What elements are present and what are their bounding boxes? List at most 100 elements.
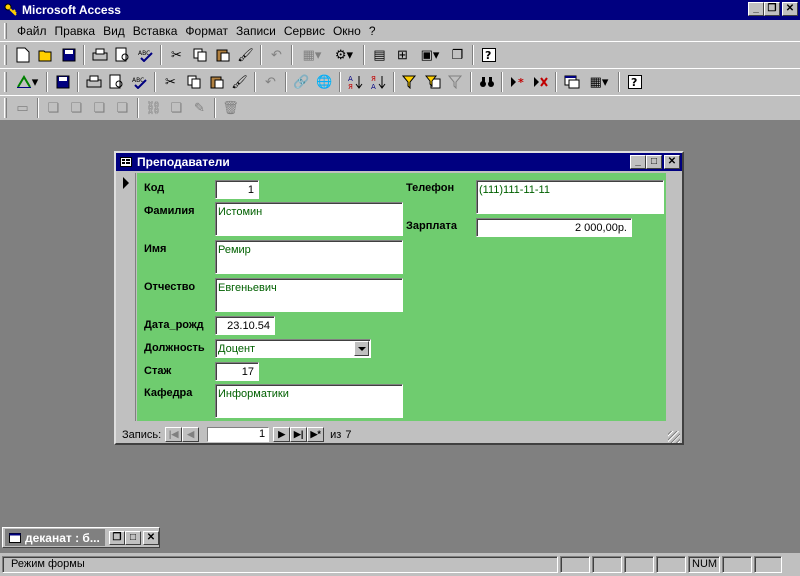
spelling-icon[interactable]: ABC xyxy=(128,71,151,93)
toolbar-separator xyxy=(501,72,503,92)
copy-document-icon[interactable]: ❏ xyxy=(65,97,88,119)
link-icon[interactable]: ⛓ xyxy=(142,97,165,119)
database-window-icon[interactable]: ❐ xyxy=(446,44,469,66)
filter-by-selection-icon[interactable] xyxy=(398,71,421,93)
copy-document-icon[interactable]: ❏ xyxy=(88,97,111,119)
spelling-icon[interactable]: ABC xyxy=(134,44,157,66)
toolbar-grip[interactable] xyxy=(4,98,7,118)
copy-document-icon[interactable]: ❏ xyxy=(165,97,188,119)
properties-icon[interactable] xyxy=(560,71,583,93)
save-icon[interactable] xyxy=(57,44,80,66)
field-kafedra[interactable]: Информатики xyxy=(215,384,403,418)
cut-icon[interactable]: ✂ xyxy=(165,44,188,66)
field-telefon[interactable]: (111)111-11-11 xyxy=(476,180,664,214)
app-close-button[interactable]: ✕ xyxy=(782,2,798,16)
copy-icon[interactable] xyxy=(182,71,205,93)
undo-icon[interactable]: ↶ xyxy=(259,71,282,93)
dolzhnost-dropdown-button[interactable] xyxy=(354,341,369,356)
field-imya[interactable]: Ремир xyxy=(215,240,403,274)
minimized-close-button[interactable]: ✕ xyxy=(143,530,159,545)
current-record-input[interactable]: 1 xyxy=(207,427,270,442)
help-icon[interactable]: ? xyxy=(623,71,646,93)
menu-grip[interactable] xyxy=(4,22,7,39)
chevron-down-icon xyxy=(357,346,366,351)
field-zarplata[interactable]: 2 000,00р. xyxy=(476,218,632,237)
paste-icon[interactable] xyxy=(211,44,234,66)
field-kod[interactable]: 1 xyxy=(215,180,259,199)
web-toolbar-icon[interactable]: 🌐 xyxy=(313,71,336,93)
menu-tools[interactable]: Сервис xyxy=(280,24,329,38)
field-dolzhnost-combo[interactable]: Доцент xyxy=(215,339,371,358)
menu-help[interactable]: ? xyxy=(365,24,380,38)
previous-record-button[interactable]: ◀ xyxy=(182,427,200,442)
last-record-button[interactable]: ▶| xyxy=(290,427,308,442)
menu-insert[interactable]: Вставка xyxy=(129,24,182,38)
field-data-rozhd[interactable]: 23.10.54 xyxy=(215,316,275,335)
field-stazh[interactable]: 17 xyxy=(215,362,259,381)
view-icon[interactable]: ▾ xyxy=(11,71,43,93)
delete-record-icon[interactable] xyxy=(529,71,552,93)
field-otchestvo[interactable]: Евгеньевич xyxy=(215,278,403,312)
print-preview-icon[interactable] xyxy=(111,44,134,66)
app-restore-button[interactable]: ❐ xyxy=(764,2,780,16)
office-links-icon[interactable]: ▦▾ xyxy=(296,44,328,66)
status-cell-3 xyxy=(624,556,654,573)
toolbar-grip[interactable] xyxy=(4,72,7,92)
code-icon[interactable]: ▤ xyxy=(368,44,391,66)
menu-records[interactable]: Записи xyxy=(232,24,280,38)
next-record-button[interactable]: ▶ xyxy=(273,427,291,442)
new-document-icon[interactable]: ▭ xyxy=(11,97,34,119)
new-record-nav-button[interactable]: ▶* xyxy=(307,427,325,442)
first-record-button[interactable]: |◀ xyxy=(165,427,183,442)
form-title-bar[interactable]: Преподаватели _ □ ✕ xyxy=(116,153,682,171)
cut-icon[interactable]: ✂ xyxy=(159,71,182,93)
insert-hyperlink-icon[interactable]: 🔗 xyxy=(290,71,313,93)
menu-edit[interactable]: Правка xyxy=(51,24,100,38)
form-maximize-button[interactable]: □ xyxy=(646,155,662,169)
menu-file[interactable]: Файл xyxy=(13,24,51,38)
menu-format[interactable]: Формат xyxy=(181,24,232,38)
help-icon[interactable]: ? xyxy=(477,44,500,66)
sort-descending-icon[interactable]: ЯA xyxy=(367,71,390,93)
menu-view[interactable]: Вид xyxy=(99,24,129,38)
open-folder-icon[interactable] xyxy=(34,44,57,66)
analyze-icon[interactable]: ⚙▾ xyxy=(328,44,360,66)
copy-icon[interactable] xyxy=(188,44,211,66)
apply-filter-icon[interactable] xyxy=(444,71,467,93)
format-painter-icon[interactable]: 🖌 xyxy=(228,71,251,93)
paste-icon[interactable] xyxy=(205,71,228,93)
format-painter-icon[interactable]: 🖌 xyxy=(234,44,257,66)
filter-by-form-icon[interactable] xyxy=(421,71,444,93)
find-binoculars-icon[interactable] xyxy=(475,71,498,93)
copy-document-icon[interactable]: ❏ xyxy=(111,97,134,119)
new-record-icon[interactable]: * xyxy=(506,71,529,93)
minimized-restore-button[interactable]: ❐ xyxy=(109,530,125,545)
form-close-button[interactable]: ✕ xyxy=(664,155,680,169)
field-familiya[interactable]: Истомин xyxy=(215,202,403,236)
print-preview-icon[interactable] xyxy=(105,71,128,93)
record-selector[interactable] xyxy=(118,173,136,421)
new-icon[interactable] xyxy=(11,44,34,66)
copy-document-icon[interactable]: ❏ xyxy=(42,97,65,119)
new-object-icon[interactable]: ▦▾ xyxy=(583,71,615,93)
minimized-database-window[interactable]: деканат : б... ❐ □ ✕ xyxy=(2,527,160,548)
app-minimize-button[interactable]: _ xyxy=(748,2,764,16)
edit-document-icon[interactable]: ✎ xyxy=(188,97,211,119)
relationships-icon[interactable]: ⊞ xyxy=(391,44,414,66)
new-object-icon[interactable]: ▣▾ xyxy=(414,44,446,66)
sort-ascending-icon[interactable]: AЯ xyxy=(344,71,367,93)
minimized-maximize-button[interactable]: □ xyxy=(125,530,141,545)
toolbar-grip[interactable] xyxy=(4,45,7,65)
menu-window[interactable]: Окно xyxy=(329,24,365,38)
print-icon[interactable] xyxy=(82,71,105,93)
trash-icon[interactable]: 🗑 xyxy=(219,97,242,119)
minimized-title-bar[interactable]: деканат : б... xyxy=(5,529,105,546)
current-record-arrow-icon xyxy=(123,177,129,189)
status-text: Режим формы xyxy=(2,556,558,573)
save-icon[interactable] xyxy=(51,71,74,93)
resize-grip-icon[interactable] xyxy=(668,431,680,443)
print-icon[interactable] xyxy=(88,44,111,66)
form-title: Преподаватели xyxy=(137,155,230,169)
undo-icon[interactable]: ↶ xyxy=(265,44,288,66)
form-minimize-button[interactable]: _ xyxy=(630,155,646,169)
